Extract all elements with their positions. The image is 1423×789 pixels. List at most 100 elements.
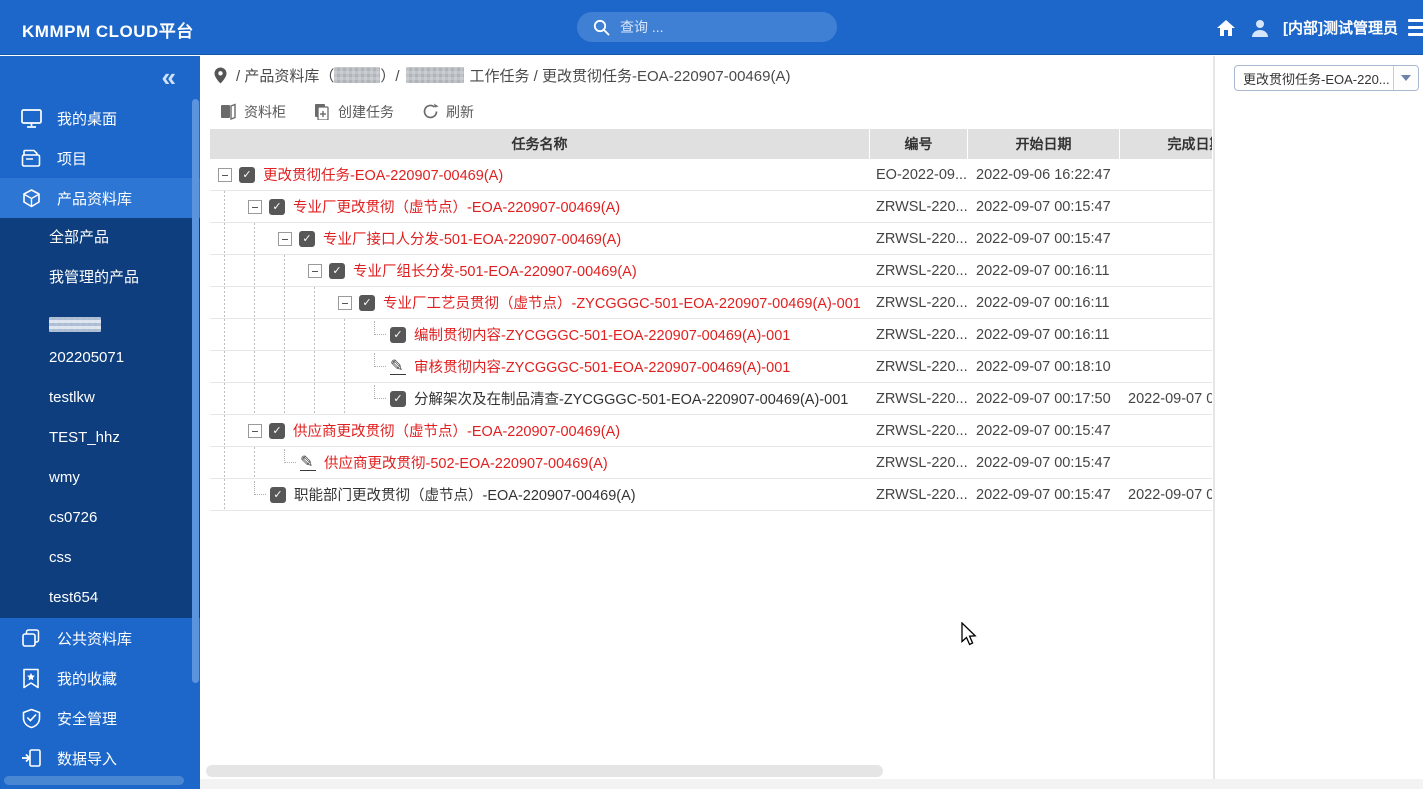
user-name: [内部]测试管理员 [1283, 20, 1398, 37]
column-header-finish-date[interactable]: 完成日期 [1120, 129, 1213, 159]
sidebar-item-product-library[interactable]: 产品资料库 [0, 178, 200, 218]
cabinet-button[interactable]: 资料柜 [220, 102, 286, 122]
sidebar-subitem[interactable]: 全部产品 [0, 218, 200, 258]
task-name[interactable]: 更改贯彻任务-EOA-220907-00469(A) [263, 164, 503, 185]
sidebar-item-security[interactable]: 安全管理 [0, 698, 200, 738]
task-checkbox-icon[interactable]: ✓ [299, 230, 315, 247]
tree-indent-guide [240, 350, 270, 383]
refresh-button[interactable]: 刷新 [422, 102, 474, 122]
table-row[interactable]: ✓ 分解架次及在制品清查-ZYCGGGC-501-EOA-220907-00469… [210, 382, 1212, 415]
sidebar-item-project[interactable]: 项目 [0, 138, 200, 178]
table-row[interactable]: ✎ 供应商更改贯彻-502-EOA-220907-00469(A) ZRWSL-22… [210, 446, 1212, 479]
task-code: ZRWSL-220... [876, 358, 968, 375]
bottom-scrollbar-track[interactable] [200, 779, 1423, 789]
breadcrumb-current[interactable]: 工作任务 / 更改贯彻任务-EOA-220907-00469(A) [470, 65, 791, 86]
column-header-code[interactable]: 编号 [870, 129, 968, 159]
sidebar-subitem[interactable]: TEST_hhz [0, 418, 200, 458]
refresh-label: 刷新 [446, 103, 474, 120]
task-finish-date: 2022-09-07 0 [1128, 486, 1212, 503]
table-horizontal-scrollbar[interactable] [206, 765, 883, 777]
task-checkbox-icon[interactable]: ✓ [269, 422, 285, 439]
tree-indent-guide [240, 446, 270, 479]
breadcrumb-segment[interactable]: ）/ [380, 65, 399, 86]
task-name[interactable]: 专业厂组长分发-501-EOA-220907-00469(A) [353, 260, 637, 281]
task-name[interactable]: 编制贯彻内容-ZYCGGGC-501-EOA-220907-00469(A)-0… [414, 324, 790, 345]
sidebar-item-desktop[interactable]: 我的桌面 [0, 98, 200, 138]
edit-task-icon[interactable]: ✎ [390, 358, 406, 375]
tree-collapse-icon[interactable] [338, 295, 352, 310]
tree-collapse-icon[interactable] [278, 231, 292, 246]
task-checkbox-icon[interactable]: ✓ [390, 390, 406, 407]
task-name[interactable]: 分解架次及在制品清查-ZYCGGGC-501-EOA-220907-00469(… [414, 388, 848, 409]
task-name[interactable]: 供应商更改贯彻-502-EOA-220907-00469(A) [324, 452, 608, 473]
task-finish-date: 2022-09-07 0 [1128, 390, 1212, 407]
tree-indent-guide [210, 254, 240, 287]
task-name[interactable]: 专业厂更改贯彻（虚节点）-EOA-220907-00469(A) [293, 196, 620, 217]
sidebar-item-data-import[interactable]: 数据导入 [0, 738, 200, 778]
table-row[interactable]: ✓ 专业厂组长分发-501-EOA-220907-00469(A) ZRWSL-22… [210, 254, 1212, 287]
task-name[interactable]: 职能部门更改贯彻（虚节点）-EOA-220907-00469(A) [294, 484, 636, 505]
task-name[interactable]: 审核贯彻内容-ZYCGGGC-501-EOA-220907-00469(A)-0… [414, 356, 790, 377]
tree-indent-guide [300, 382, 330, 415]
sidebar-subitem[interactable]: wmy [0, 458, 200, 498]
table-row[interactable]: ✓ 专业厂接口人分发-501-EOA-220907-00469(A) ZRWSL-2… [210, 222, 1212, 255]
task-name[interactable]: 专业厂接口人分发-501-EOA-220907-00469(A) [323, 228, 621, 249]
tree-collapse-icon[interactable] [248, 199, 262, 214]
column-header-task-name[interactable]: 任务名称 [210, 129, 870, 159]
dropdown-arrow-button[interactable] [1393, 66, 1418, 90]
table-row[interactable]: ✓ 职能部门更改贯彻（虚节点）-EOA-220907-00469(A) ZRWSL-… [210, 478, 1212, 511]
task-start-date: 2022-09-06 16:22:47 [976, 166, 1111, 183]
task-checkbox-icon[interactable]: ✓ [359, 294, 375, 311]
task-checkbox-icon[interactable]: ✓ [269, 198, 285, 215]
sidebar-item-favorites[interactable]: 我的收藏 [0, 658, 200, 698]
task-start-date: 2022-09-07 00:15:47 [976, 230, 1111, 247]
home-icon[interactable] [1213, 15, 1239, 41]
task-code: ZRWSL-220... [876, 486, 968, 503]
table-row[interactable]: ✓ 供应商更改贯彻（虚节点）-EOA-220907-00469(A) ZRWSL-2… [210, 414, 1212, 447]
sidebar-subitem[interactable]: cs0726 [0, 498, 200, 538]
tree-indent-guide [240, 254, 270, 287]
tree-indent-guide [210, 222, 240, 255]
table-row[interactable]: ✓ 编制贯彻内容-ZYCGGGC-501-EOA-220907-00469(A)-… [210, 318, 1212, 351]
tree-indent-guide [330, 318, 360, 351]
sidebar-vertical-scrollbar[interactable] [192, 99, 199, 683]
table-row[interactable]: ✓ 更改贯彻任务-EOA-220907-00469(A) EO-2022-09...… [210, 159, 1212, 191]
user-icon[interactable] [1247, 15, 1273, 41]
task-checkbox-icon[interactable]: ✓ [329, 262, 345, 279]
sidebar-subitem[interactable] [0, 298, 200, 338]
table-row[interactable]: ✎ 审核贯彻内容-ZYCGGGC-501-EOA-220907-00469(A)-… [210, 350, 1212, 383]
column-header-start-date[interactable]: 开始日期 [968, 129, 1120, 159]
sidebar-subitem[interactable]: 202205071 [0, 338, 200, 378]
tree-indent-guide [300, 350, 330, 383]
tree-indent-guide [330, 350, 360, 383]
breadcrumb-segment[interactable]: / 产品资料库（ [236, 65, 334, 86]
public-library-icon [20, 627, 42, 649]
tree-collapse-icon[interactable] [218, 167, 232, 182]
tree-collapse-icon[interactable] [248, 423, 262, 438]
task-checkbox-icon[interactable]: ✓ [270, 486, 286, 503]
task-table: 任务名称 编号 开始日期 完成日期 ✓ 更改贯彻任务-EOA-220907-004… [210, 129, 1212, 511]
task-checkbox-icon[interactable]: ✓ [239, 166, 255, 183]
task-checkbox-icon[interactable]: ✓ [390, 326, 406, 343]
sidebar: « 我的桌面 项目 产品资料库 全部产品 我管理的产品 202205071 testl… [0, 56, 200, 789]
task-selector-dropdown[interactable]: 更改贯彻任务-EOA-220... [1234, 65, 1419, 91]
edit-task-icon[interactable]: ✎ [300, 454, 316, 471]
tree-collapse-icon[interactable] [308, 263, 322, 278]
sidebar-subitem[interactable]: testlkw [0, 378, 200, 418]
create-task-button[interactable]: 创建任务 [314, 102, 394, 122]
redacted-text [405, 67, 464, 83]
task-name[interactable]: 专业厂工艺员贯彻（虚节点）-ZYCGGGC-501-EOA-220907-004… [383, 292, 861, 313]
main-panel: / 产品资料库（ ）/ 工作任务 / 更改贯彻任务-EOA-220907-004… [200, 56, 1212, 779]
tree-indent-guide [240, 286, 270, 319]
sidebar-horizontal-scrollbar[interactable] [4, 776, 184, 785]
table-row[interactable]: ✓ 专业厂更改贯彻（虚节点）-EOA-220907-00469(A) ZRWSL-2… [210, 190, 1212, 223]
sidebar-subitem[interactable]: 我管理的产品 [0, 258, 200, 298]
sidebar-subitem[interactable]: test654 [0, 578, 200, 618]
table-row[interactable]: ✓ 专业厂工艺员贯彻（虚节点）-ZYCGGGC-501-EOA-220907-00… [210, 286, 1212, 319]
collapse-sidebar-button[interactable]: « [0, 56, 200, 98]
sidebar-subitem[interactable]: css [0, 538, 200, 578]
menu-icon[interactable] [1408, 15, 1423, 40]
sidebar-item-public-library[interactable]: 公共资料库 [0, 618, 200, 658]
task-name[interactable]: 供应商更改贯彻（虚节点）-EOA-220907-00469(A) [293, 420, 620, 441]
global-search-input[interactable]: 查询 ... [577, 12, 837, 42]
